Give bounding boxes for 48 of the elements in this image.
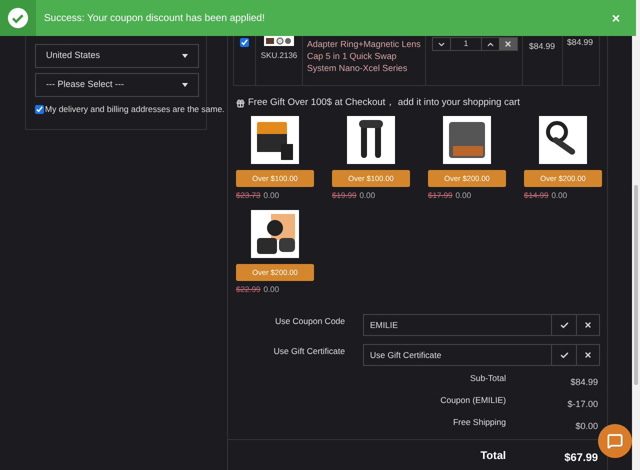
gift-price: 0.00 — [359, 190, 376, 202]
summary-label: Free Shipping — [452, 416, 506, 429]
check-icon — [560, 320, 568, 330]
clear-button[interactable] — [577, 314, 600, 336]
close-icon — [584, 351, 592, 360]
product-name[interactable]: Adapter Ring+Magnetic Lens Cap 5 in 1 Quick Swap System Nano-Xcel Series — [307, 38, 421, 74]
sku-text: SKU.2136 — [260, 50, 298, 62]
chat-icon — [607, 433, 623, 449]
success-message: Success: Your coupon discount has been applied! — [44, 12, 265, 26]
original-price: $22.99 — [236, 284, 260, 296]
apply-button[interactable] — [552, 344, 577, 366]
gift-certificate-field[interactable]: Use Gift Certificate — [363, 344, 552, 366]
country-select[interactable]: United States — [35, 44, 199, 68]
check-circle-icon — [7, 7, 29, 29]
apply-button[interactable] — [552, 314, 577, 336]
summary-value: $0.00 — [574, 420, 599, 434]
chat-button[interactable] — [598, 424, 632, 458]
unit-price: $84.99 — [529, 41, 555, 51]
total-label: Total — [480, 449, 506, 464]
same-address-checkbox[interactable] — [35, 104, 44, 114]
original-price: $23.73 — [236, 190, 260, 202]
caret-icon — [182, 54, 188, 58]
check-icon — [560, 350, 568, 360]
summary-label: Sub-Total — [469, 372, 506, 385]
gift-price: 0.00 — [263, 284, 280, 296]
line-total: $84.99 — [567, 37, 593, 47]
close-button[interactable]: × — [612, 11, 620, 25]
gift-heading: Free Gift Over 100$ at Checkout， add it into your shopping cart — [248, 96, 520, 110]
row-checkbox[interactable] — [240, 38, 249, 47]
summary-value: $84.99 — [569, 376, 599, 390]
clear-button[interactable] — [577, 344, 600, 366]
original-price: $17.99 — [428, 190, 452, 202]
total-value: $67.99 — [563, 451, 599, 466]
same-address-label: My delivery and billing addresses are the same. — [45, 103, 225, 116]
caret-icon — [182, 83, 188, 87]
close-icon — [584, 321, 592, 330]
coupon-field[interactable]: EMILIE — [363, 314, 552, 336]
original-price: $19.99 — [332, 190, 356, 202]
gift-price: 0.00 — [263, 190, 280, 202]
gift-certificate-label: Use Gift Certificate — [272, 344, 345, 358]
gift-price: 0.00 — [455, 190, 472, 202]
summary-value: $-17.00 — [566, 398, 599, 412]
region-select[interactable]: --- Please Select --- — [35, 73, 199, 97]
gift-icon — [236, 98, 245, 108]
gift-price: 0.00 — [551, 190, 568, 202]
summary-label: Coupon (EMILIE) — [439, 394, 506, 407]
coupon-label: Use Coupon Code — [274, 314, 345, 328]
original-price: $14.99 — [524, 190, 548, 202]
